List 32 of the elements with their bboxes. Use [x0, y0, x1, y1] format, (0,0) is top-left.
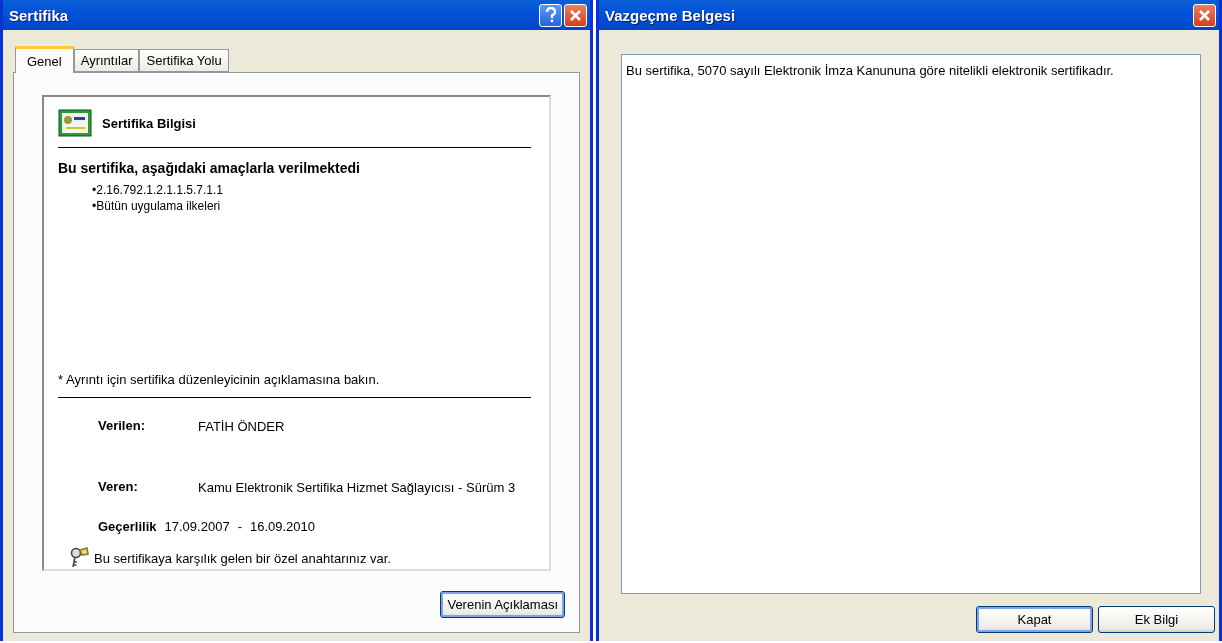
close-icon — [1198, 8, 1211, 22]
dialog-button[interactable]: Kapat — [976, 606, 1093, 633]
field-value: Kamu Elektronik Sertifika Hizmet Sağlayıcısı - Sürüm 3 — [198, 479, 517, 496]
close-icon — [569, 8, 582, 22]
field-label: Veren: — [98, 479, 139, 496]
disclaimer-text: Bu sertifika, 5070 sayılı Elektronik İmza Kanununa göre nitelikli elektronik sertifikadır. — [626, 63, 1115, 79]
help-button[interactable] — [539, 3, 562, 27]
private-key-note: Bu sertifikaya karşılık gelen bir özel anahtarınız var. — [94, 549, 391, 567]
field-value: FATİH ÖNDER — [198, 418, 286, 435]
close-button[interactable] — [564, 3, 587, 27]
key-icon — [68, 547, 90, 569]
purpose-item: •2.16.792.1.2.1.1.5.7.1.1 — [92, 182, 224, 198]
info-title: Sertifika Bilgisi — [102, 115, 196, 131]
help-icon — [543, 7, 558, 23]
window-title: Vazgeçme Belgesi — [605, 6, 737, 24]
purpose-item: •Bütün uygulama ilkeleri — [92, 198, 222, 214]
disclaimer-text-box[interactable]: Bu sertifika, 5070 sayılı Elektronik İmza Kanununa göre nitelikli elektronik sertifikadır. — [621, 54, 1201, 594]
field-value: - — [237, 518, 242, 535]
field-label: Verilen: — [98, 418, 146, 435]
close-button[interactable] — [1193, 3, 1216, 27]
purpose-heading: Bu sertifika, aşağıdaki amaçlarla verilmektedi — [58, 160, 361, 176]
tab[interactable]: Ayrıntılar — [73, 49, 140, 72]
note-text: * Ayrıntı için sertifika düzenleyicinin açıklamasına bakın. — [58, 372, 381, 387]
certificate-icon — [58, 109, 92, 137]
tab[interactable]: Genel — [15, 46, 74, 73]
field-value: 16.09.2010 — [249, 518, 316, 535]
field-label: Geçerlilik — [98, 519, 157, 534]
field-value: 17.09.2007 — [164, 518, 230, 535]
issuer-statement-button[interactable]: Verenin Açıklaması — [440, 591, 565, 618]
tab[interactable]: Sertifika Yolu — [139, 49, 229, 72]
dialog-button[interactable]: Ek Bilgi — [1098, 606, 1215, 633]
window-title: Sertifika — [9, 6, 70, 24]
